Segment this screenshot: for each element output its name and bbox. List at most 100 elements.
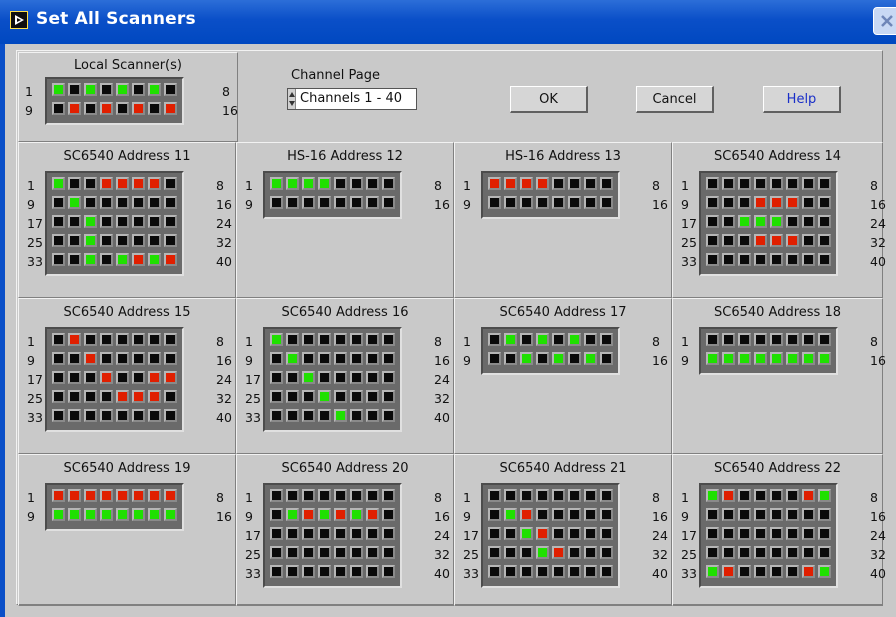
channel-led[interactable] [302, 333, 315, 346]
channel-led[interactable] [382, 177, 395, 190]
channel-led[interactable] [382, 196, 395, 209]
channel-led[interactable] [520, 508, 533, 521]
channel-led[interactable] [52, 371, 65, 384]
channel-led[interactable] [100, 508, 113, 521]
channel-led[interactable] [286, 565, 299, 578]
channel-led[interactable] [68, 83, 81, 96]
channel-led[interactable] [722, 565, 735, 578]
channel-led[interactable] [148, 215, 161, 228]
channel-led[interactable] [488, 177, 501, 190]
channel-led[interactable] [116, 83, 129, 96]
channel-led[interactable] [504, 508, 517, 521]
channel-led[interactable] [84, 215, 97, 228]
channel-led[interactable] [568, 333, 581, 346]
channel-led[interactable] [738, 196, 751, 209]
channel-led[interactable] [68, 333, 81, 346]
channel-led[interactable] [116, 333, 129, 346]
channel-led[interactable] [366, 333, 379, 346]
channel-led[interactable] [84, 177, 97, 190]
channel-led[interactable] [334, 508, 347, 521]
channel-led[interactable] [382, 546, 395, 559]
channel-led[interactable] [116, 253, 129, 266]
channel-led[interactable] [318, 508, 331, 521]
channel-led[interactable] [100, 83, 113, 96]
channel-led[interactable] [100, 333, 113, 346]
channel-led[interactable] [786, 489, 799, 502]
channel-led[interactable] [100, 390, 113, 403]
channel-led[interactable] [286, 390, 299, 403]
channel-led[interactable] [84, 83, 97, 96]
channel-led[interactable] [552, 508, 565, 521]
channel-led[interactable] [366, 196, 379, 209]
channel-led[interactable] [770, 177, 783, 190]
channel-led[interactable] [770, 333, 783, 346]
channel-led[interactable] [318, 371, 331, 384]
channel-led[interactable] [84, 102, 97, 115]
channel-led[interactable] [818, 253, 831, 266]
channel-led[interactable] [132, 215, 145, 228]
channel-led[interactable] [132, 196, 145, 209]
channel-led[interactable] [382, 371, 395, 384]
channel-led[interactable] [52, 196, 65, 209]
channel-led[interactable] [802, 333, 815, 346]
channel-led[interactable] [520, 333, 533, 346]
channel-led[interactable] [770, 352, 783, 365]
channel-led[interactable] [132, 333, 145, 346]
channel-led[interactable] [116, 390, 129, 403]
channel-led[interactable] [488, 508, 501, 521]
ok-button[interactable]: OK [510, 86, 588, 113]
channel-led[interactable] [68, 196, 81, 209]
channel-led[interactable] [754, 546, 767, 559]
channel-led[interactable] [334, 565, 347, 578]
channel-led[interactable] [100, 177, 113, 190]
channel-led[interactable] [52, 390, 65, 403]
channel-led[interactable] [722, 177, 735, 190]
channel-led[interactable] [52, 352, 65, 365]
channel-led[interactable] [116, 508, 129, 521]
channel-led[interactable] [100, 489, 113, 502]
channel-led[interactable] [366, 390, 379, 403]
channel-led[interactable] [302, 527, 315, 540]
channel-led[interactable] [520, 196, 533, 209]
channel-led[interactable] [568, 177, 581, 190]
channel-led[interactable] [770, 527, 783, 540]
channel-led[interactable] [116, 215, 129, 228]
channel-led[interactable] [600, 489, 613, 502]
channel-led[interactable] [334, 352, 347, 365]
channel-led[interactable] [584, 177, 597, 190]
channel-led[interactable] [350, 565, 363, 578]
channel-led[interactable] [148, 253, 161, 266]
channel-led[interactable] [116, 371, 129, 384]
channel-led[interactable] [68, 390, 81, 403]
channel-led[interactable] [68, 102, 81, 115]
channel-led[interactable] [52, 409, 65, 422]
channel-led[interactable] [802, 546, 815, 559]
channel-led[interactable] [164, 333, 177, 346]
channel-led[interactable] [802, 489, 815, 502]
channel-led[interactable] [350, 409, 363, 422]
channel-led[interactable] [488, 527, 501, 540]
channel-led[interactable] [802, 215, 815, 228]
channel-led[interactable] [350, 352, 363, 365]
channel-led[interactable] [722, 215, 735, 228]
channel-led[interactable] [84, 508, 97, 521]
channel-led[interactable] [706, 253, 719, 266]
channel-led[interactable] [132, 371, 145, 384]
channel-led[interactable] [488, 565, 501, 578]
channel-led[interactable] [520, 352, 533, 365]
channel-led[interactable] [84, 489, 97, 502]
channel-led[interactable] [818, 215, 831, 228]
channel-led[interactable] [802, 196, 815, 209]
channel-led[interactable] [286, 196, 299, 209]
channel-led[interactable] [148, 333, 161, 346]
channel-led[interactable] [334, 409, 347, 422]
channel-led[interactable] [382, 565, 395, 578]
channel-led[interactable] [164, 409, 177, 422]
help-button[interactable]: Help [763, 86, 841, 113]
channel-led[interactable] [802, 352, 815, 365]
channel-led[interactable] [786, 527, 799, 540]
channel-led[interactable] [132, 83, 145, 96]
channel-led[interactable] [488, 489, 501, 502]
channel-led[interactable] [100, 253, 113, 266]
channel-led[interactable] [754, 489, 767, 502]
